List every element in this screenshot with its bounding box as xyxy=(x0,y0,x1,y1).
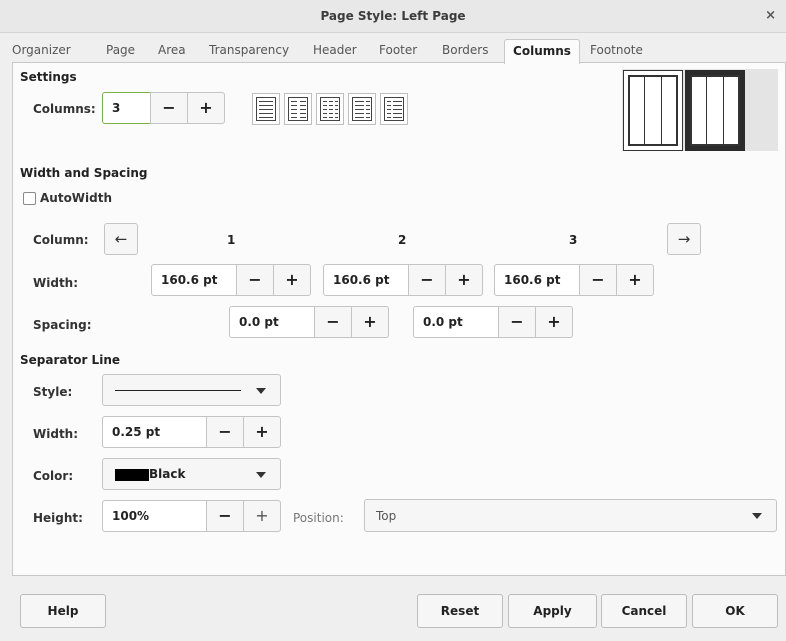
columns-count-input[interactable]: 3 xyxy=(102,92,151,124)
width-spacing-section-title: Width and Spacing xyxy=(20,166,148,180)
separator-style-dropdown[interactable] xyxy=(102,374,281,406)
preset-two-columns-icon[interactable] xyxy=(284,93,312,125)
autowidth-label: AutoWidth xyxy=(40,191,113,205)
close-icon[interactable]: × xyxy=(765,8,776,23)
column-next-arrow-icon[interactable]: → xyxy=(667,223,701,255)
autowidth-checkbox[interactable] xyxy=(23,192,36,205)
preset-left-wide-icon[interactable] xyxy=(348,93,376,125)
separator-height-decrement-button[interactable]: − xyxy=(206,500,244,532)
separator-section-title: Separator Line xyxy=(20,353,121,367)
width-label: Width: xyxy=(33,276,79,290)
separator-width-decrement-button[interactable]: − xyxy=(206,416,244,448)
columns-increment-button[interactable]: + xyxy=(187,92,225,124)
spacing-2-decrement-button[interactable]: − xyxy=(498,306,536,338)
reset-button[interactable]: Reset xyxy=(417,594,503,628)
column-3-width-increment-button[interactable]: + xyxy=(616,264,654,296)
column-1-width-decrement-button[interactable]: − xyxy=(236,264,274,296)
tab-page[interactable]: Page xyxy=(106,39,135,63)
column-prev-arrow-icon[interactable]: ← xyxy=(104,223,138,255)
tab-header[interactable]: Header xyxy=(313,39,357,63)
tab-area[interactable]: Area xyxy=(158,39,186,63)
preset-right-wide-icon[interactable] xyxy=(380,93,408,125)
column-1-width-increment-button[interactable]: + xyxy=(273,264,311,296)
title-bar: Page Style: Left Page × xyxy=(0,0,786,33)
tab-borders[interactable]: Borders xyxy=(442,39,488,63)
separator-width-increment-button[interactable]: + xyxy=(243,416,281,448)
chevron-down-icon xyxy=(752,513,762,519)
separator-height-input[interactable]: 100% xyxy=(102,500,207,532)
preview-right-page-icon xyxy=(685,70,745,151)
color-swatch xyxy=(115,469,149,481)
separator-width-input[interactable]: 0.25 pt xyxy=(102,416,207,448)
tab-footer[interactable]: Footer xyxy=(379,39,417,63)
column-3-width-decrement-button[interactable]: − xyxy=(579,264,617,296)
style-label: Style: xyxy=(33,385,73,399)
spacing-1-increment-button[interactable]: + xyxy=(351,306,389,338)
tab-columns[interactable]: Columns xyxy=(504,39,580,64)
column-2-width-input[interactable]: 160.6 pt xyxy=(323,264,409,296)
column-number-1: 1 xyxy=(227,233,236,247)
spacing-label: Spacing: xyxy=(33,318,92,332)
apply-button[interactable]: Apply xyxy=(508,594,597,628)
column-number-3: 3 xyxy=(569,233,578,247)
column-1-width-input[interactable]: 160.6 pt xyxy=(151,264,237,296)
color-label: Color: xyxy=(33,469,74,483)
line-style-preview xyxy=(115,390,241,391)
tab-transparency[interactable]: Transparency xyxy=(209,39,289,63)
ok-button[interactable]: OK xyxy=(692,594,778,628)
separator-color-dropdown[interactable]: Black xyxy=(102,458,281,490)
spacing-1-input[interactable]: 0.0 pt xyxy=(229,306,315,338)
separator-position-dropdown[interactable]: Top xyxy=(364,499,777,532)
color-name: Black xyxy=(149,467,186,481)
tab-footnote[interactable]: Footnote xyxy=(590,39,643,63)
spacing-2-input[interactable]: 0.0 pt xyxy=(413,306,499,338)
separator-width-label: Width: xyxy=(33,427,79,441)
columns-label: Columns: xyxy=(33,102,96,116)
preview-left-page-icon xyxy=(623,70,683,151)
column-2-width-increment-button[interactable]: + xyxy=(445,264,483,296)
separator-height-increment-button[interactable]: + xyxy=(243,500,281,532)
cancel-button[interactable]: Cancel xyxy=(601,594,687,628)
chevron-down-icon xyxy=(256,472,266,478)
settings-section-title: Settings xyxy=(20,70,77,84)
spacing-1-decrement-button[interactable]: − xyxy=(314,306,352,338)
preset-one-column-icon[interactable] xyxy=(252,93,280,125)
preset-three-columns-icon[interactable] xyxy=(316,93,344,125)
help-button[interactable]: Help xyxy=(20,594,106,628)
column-2-width-decrement-button[interactable]: − xyxy=(408,264,446,296)
position-value: Top xyxy=(376,509,397,523)
column-label: Column: xyxy=(33,233,89,247)
height-label: Height: xyxy=(33,511,83,525)
columns-decrement-button[interactable]: − xyxy=(150,92,188,124)
window-title: Page Style: Left Page xyxy=(320,9,466,23)
column-3-width-input[interactable]: 160.6 pt xyxy=(494,264,580,296)
position-label: Position: xyxy=(293,511,344,525)
tab-organizer[interactable]: Organizer xyxy=(12,39,71,63)
column-number-2: 2 xyxy=(398,233,407,247)
chevron-down-icon xyxy=(256,388,266,394)
spacing-2-increment-button[interactable]: + xyxy=(535,306,573,338)
